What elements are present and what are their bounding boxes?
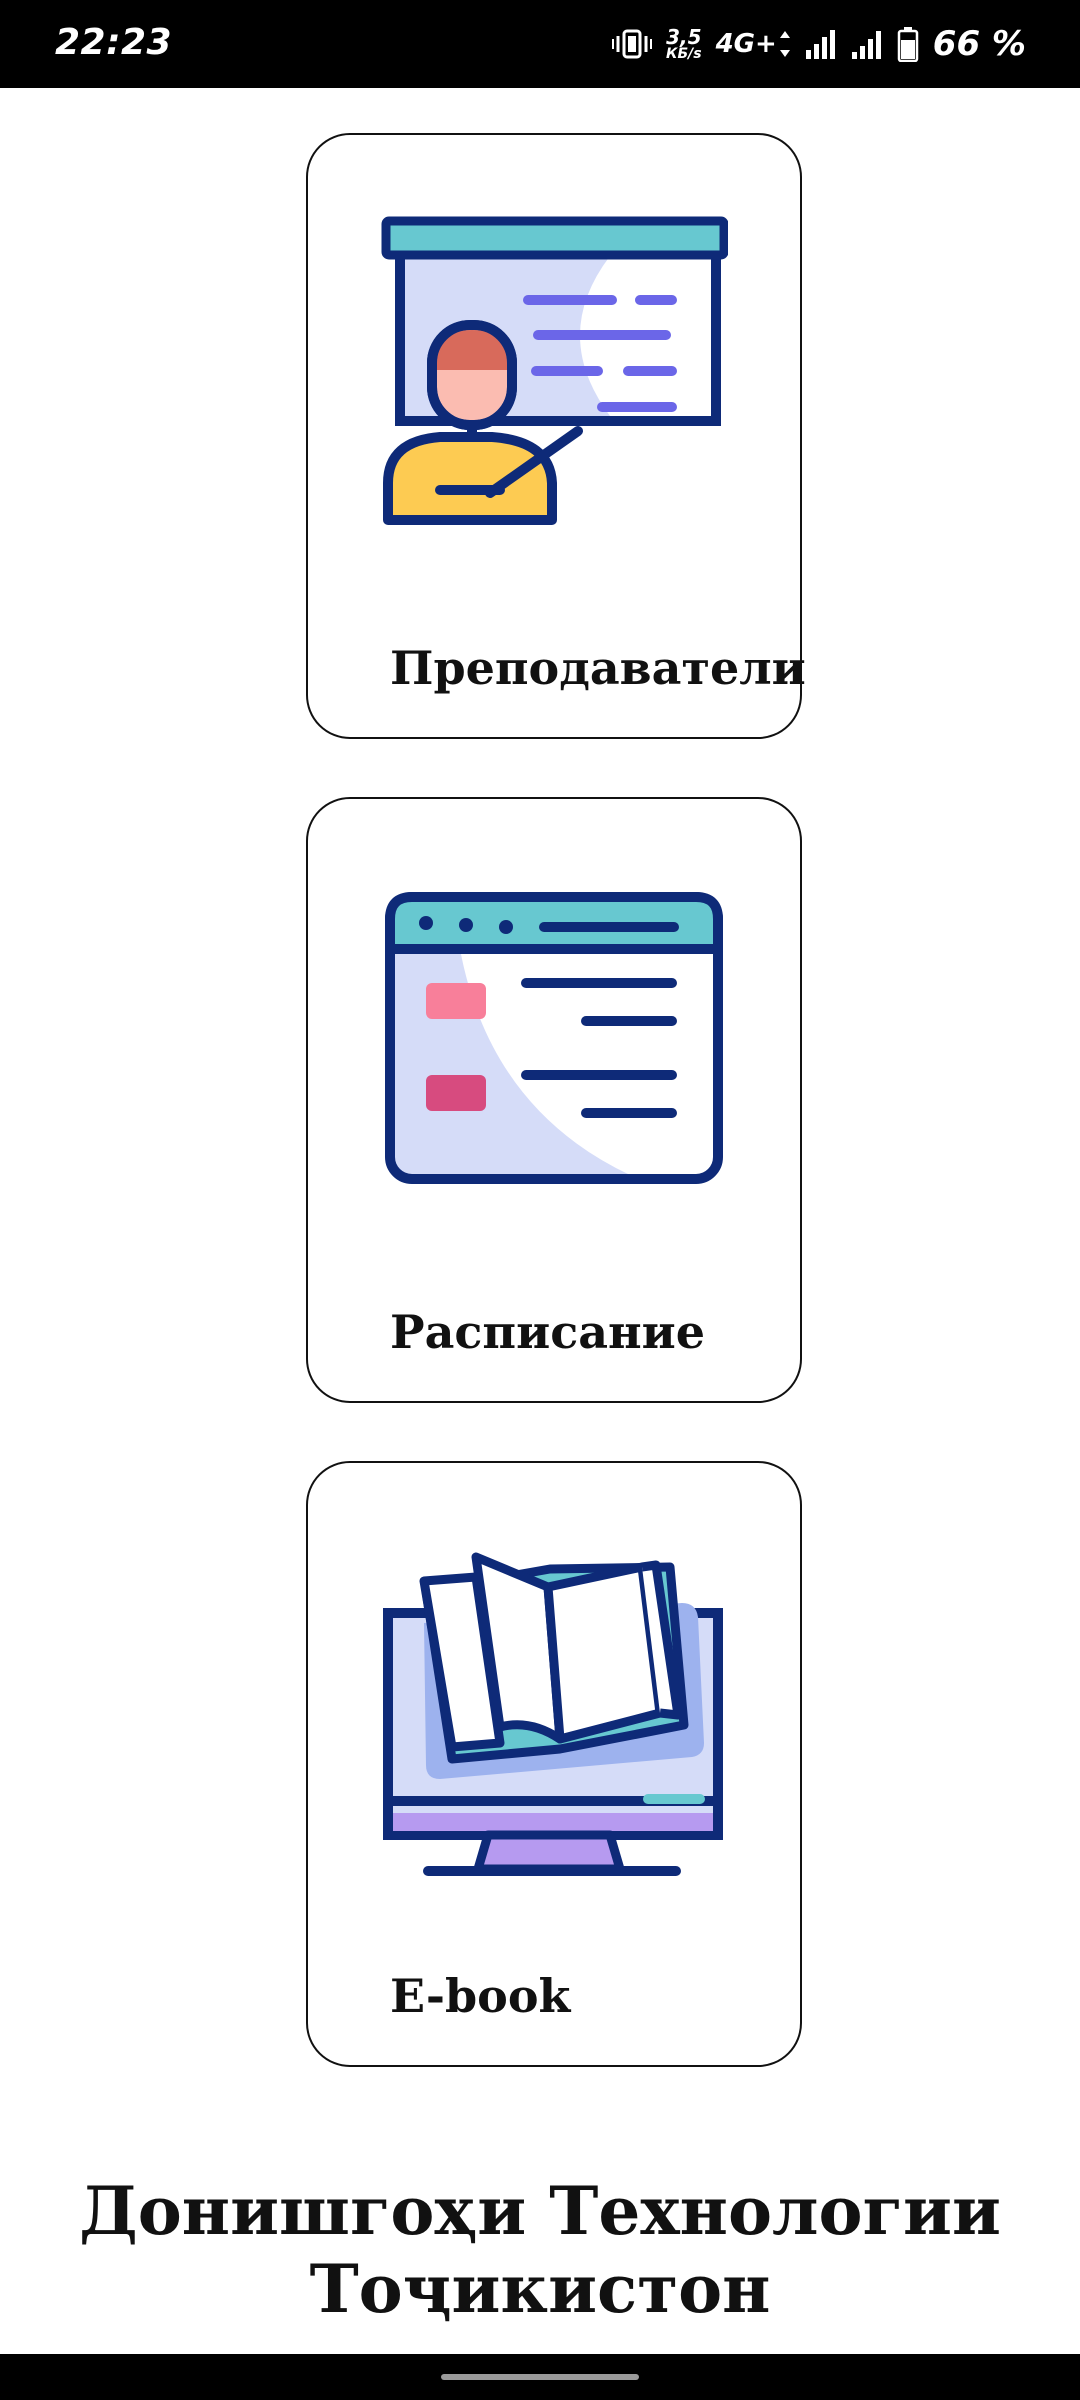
teacher-presentation-icon: [381, 216, 728, 525]
teachers-label: Преподаватели: [390, 641, 806, 695]
schedule-window-icon: [385, 892, 723, 1184]
battery-percent: 66 %: [932, 24, 1026, 64]
teachers-card[interactable]: Преподаватели: [306, 133, 806, 739]
network-type: 4G+: [715, 29, 777, 59]
status-bar: 22:23 3,5 КБ/s 4G+ 66 %: [0, 0, 1080, 88]
status-time: 22:23: [55, 22, 173, 63]
battery-icon: [897, 27, 919, 62]
gesture-nav-bar: [0, 2354, 1080, 2400]
mobile-data: 4G+: [716, 29, 791, 59]
vibrate-icon: [612, 29, 652, 59]
home-gesture-handle[interactable]: [441, 2374, 639, 2380]
status-icons: 3,5 КБ/s 4G+ 66 %: [612, 18, 1026, 70]
ebook-label: E-book: [390, 1969, 571, 2023]
university-title: Донишгоҳи Технологии Тоҷикистон: [0, 2172, 1080, 2328]
net-speed: 3,5 КБ/s: [666, 27, 702, 61]
ebook-monitor-icon: [383, 1552, 723, 1876]
ebook-card[interactable]: E-book: [306, 1461, 802, 2067]
data-arrows-icon: [779, 31, 790, 57]
university-title-line1: Донишгоҳи Технологии: [79, 2172, 1001, 2250]
net-speed-value: 3,5: [666, 25, 702, 49]
net-speed-unit: КБ/s: [666, 46, 702, 62]
signal-strength-icon: [805, 30, 835, 59]
schedule-card[interactable]: Расписание: [306, 797, 802, 1403]
schedule-label: Расписание: [390, 1305, 706, 1359]
signal-strength-icon-2: [851, 31, 881, 59]
university-title-line2: Тоҷикистон: [309, 2250, 771, 2328]
